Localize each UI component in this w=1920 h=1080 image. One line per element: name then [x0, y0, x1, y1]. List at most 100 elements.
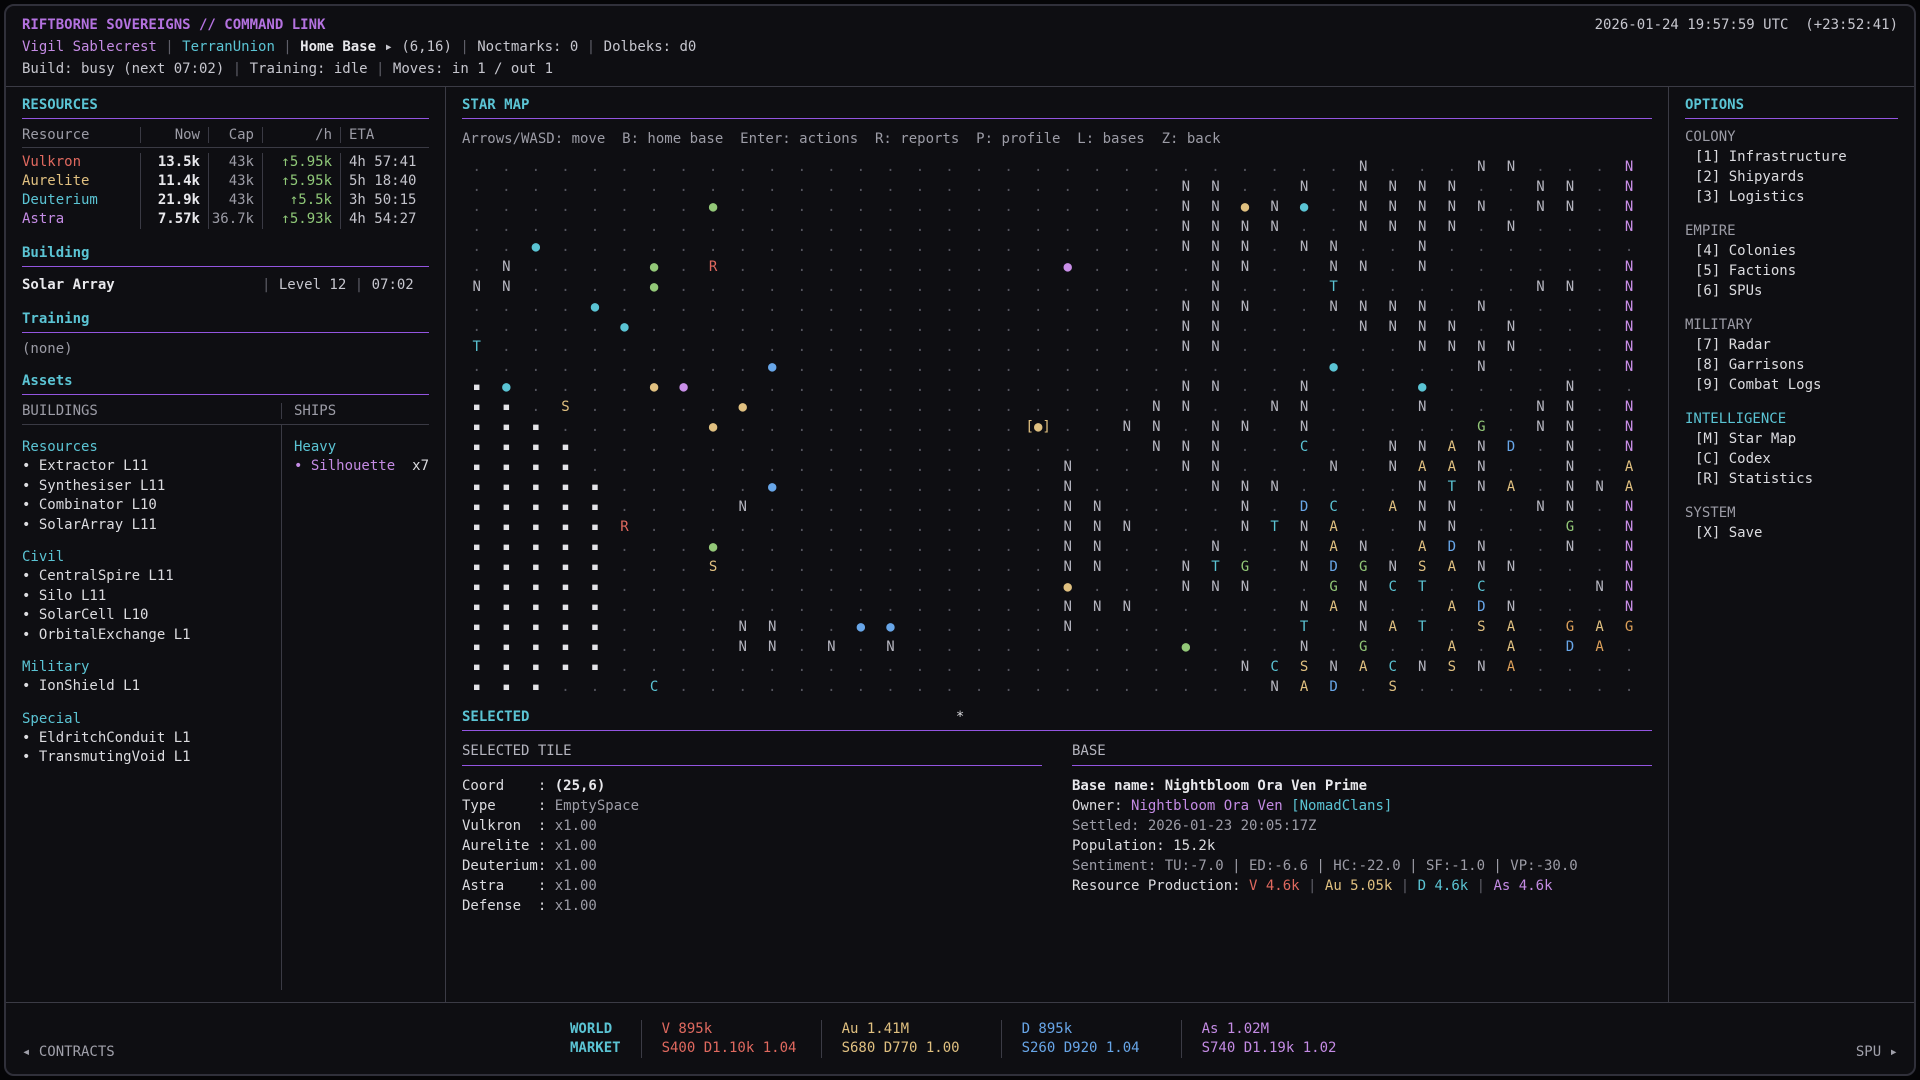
map-cell[interactable]: . — [905, 577, 935, 597]
map-cell[interactable]: ▪ — [521, 557, 551, 577]
map-cell[interactable]: ▪ — [551, 617, 581, 637]
map-cell[interactable]: N — [1437, 177, 1467, 197]
map-cell[interactable]: . — [1526, 317, 1556, 337]
map-cell[interactable]: N — [1201, 457, 1231, 477]
map-cell[interactable]: . — [964, 217, 994, 237]
map-cell[interactable]: . — [1378, 597, 1408, 617]
map-cell[interactable]: . — [1171, 537, 1201, 557]
map-cell[interactable]: . — [1378, 397, 1408, 417]
map-cell[interactable]: . — [1585, 677, 1615, 697]
map-cell[interactable]: . — [1467, 497, 1497, 517]
map-cell[interactable]: ▪ — [551, 597, 581, 617]
map-cell[interactable]: ▪ — [521, 577, 551, 597]
map-cell[interactable]: . — [1023, 217, 1053, 237]
map-cell[interactable]: . — [551, 377, 581, 397]
map-cell[interactable]: . — [580, 417, 610, 437]
map-cell[interactable]: . — [876, 497, 906, 517]
map-cell[interactable]: . — [846, 557, 876, 577]
map-cell[interactable]: . — [1023, 157, 1053, 177]
map-cell[interactable]: N — [1201, 197, 1231, 217]
map-cell[interactable]: . — [521, 177, 551, 197]
map-cell[interactable]: . — [1378, 417, 1408, 437]
map-cell[interactable]: . — [817, 357, 847, 377]
map-cell[interactable]: . — [757, 597, 787, 617]
map-cell[interactable]: N — [1171, 197, 1201, 217]
map-cell[interactable]: G — [1555, 517, 1585, 537]
map-cell[interactable]: . — [1437, 257, 1467, 277]
map-cell[interactable]: . — [669, 497, 699, 517]
map-cell[interactable]: N — [1348, 257, 1378, 277]
map-cell[interactable]: . — [610, 257, 640, 277]
map-cell[interactable]: . — [787, 577, 817, 597]
map-cell[interactable]: . — [1112, 677, 1142, 697]
map-cell[interactable]: G — [1467, 417, 1497, 437]
menu-item[interactable]: [2] Shipyards — [1685, 167, 1898, 187]
map-cell[interactable]: . — [757, 497, 787, 517]
map-cell[interactable]: ▪ — [462, 617, 492, 637]
map-cell[interactable]: . — [639, 397, 669, 417]
map-cell[interactable]: N — [1614, 437, 1644, 457]
map-cell[interactable]: . — [462, 177, 492, 197]
map-cell[interactable]: . — [521, 377, 551, 397]
map-cell[interactable]: . — [1555, 317, 1585, 337]
map-cell[interactable]: . — [787, 497, 817, 517]
map-cell[interactable]: ▪ — [551, 657, 581, 677]
map-cell[interactable]: . — [787, 337, 817, 357]
map-cell[interactable]: . — [846, 417, 876, 437]
map-cell[interactable]: N — [1408, 477, 1438, 497]
map-cell[interactable]: . — [787, 457, 817, 477]
map-cell[interactable]: . — [1348, 497, 1378, 517]
map-cell[interactable]: . — [1082, 677, 1112, 697]
map-cell[interactable]: . — [964, 257, 994, 277]
map-cell[interactable]: . — [994, 377, 1024, 397]
map-cell[interactable]: ▪ — [551, 577, 581, 597]
map-cell[interactable]: . — [1585, 197, 1615, 217]
map-cell[interactable]: . — [1142, 597, 1172, 617]
map-cell[interactable]: . — [817, 377, 847, 397]
map-cell[interactable]: . — [1496, 257, 1526, 277]
map-cell[interactable]: . — [1112, 617, 1142, 637]
map-cell[interactable]: . — [787, 597, 817, 617]
map-cell[interactable]: . — [876, 317, 906, 337]
map-cell[interactable]: . — [994, 297, 1024, 317]
map-cell[interactable]: . — [964, 157, 994, 177]
map-cell[interactable]: . — [935, 217, 965, 237]
map-cell[interactable]: . — [492, 217, 522, 237]
map-cell[interactable]: . — [1082, 257, 1112, 277]
map-cell[interactable]: N — [1319, 657, 1349, 677]
map-cell[interactable]: . — [817, 497, 847, 517]
map-cell[interactable]: . — [1437, 157, 1467, 177]
map-cell[interactable]: . — [1082, 477, 1112, 497]
map-cell[interactable]: . — [1082, 577, 1112, 597]
map-cell[interactable]: . — [935, 157, 965, 177]
map-cell[interactable]: . — [1319, 197, 1349, 217]
map-cell[interactable]: . — [1319, 437, 1349, 457]
map-cell[interactable]: . — [1230, 437, 1260, 457]
map-cell[interactable]: . — [669, 637, 699, 657]
map-cell[interactable]: . — [728, 177, 758, 197]
map-cell[interactable]: . — [1082, 457, 1112, 477]
map-cell[interactable]: . — [580, 157, 610, 177]
map-cell[interactable]: ▪ — [492, 397, 522, 417]
map-cell[interactable]: . — [1230, 637, 1260, 657]
map-cell[interactable]: N — [817, 637, 847, 657]
map-cell[interactable]: . — [639, 517, 669, 537]
map-cell[interactable]: . — [935, 337, 965, 357]
map-cell[interactable]: A — [1496, 657, 1526, 677]
map-cell[interactable]: . — [964, 197, 994, 217]
map-cell[interactable]: . — [1496, 357, 1526, 377]
map-cell[interactable]: . — [1585, 517, 1615, 537]
map-cell[interactable]: . — [610, 417, 640, 437]
map-cell[interactable]: . — [1082, 237, 1112, 257]
map-cell[interactable]: . — [1112, 397, 1142, 417]
map-cell[interactable]: . — [876, 217, 906, 237]
map-cell[interactable]: N — [1171, 377, 1201, 397]
map-cell[interactable]: . — [905, 217, 935, 237]
map-cell[interactable]: ● — [698, 537, 728, 557]
map-cell[interactable]: N — [1230, 297, 1260, 317]
map-cell[interactable]: N — [1496, 557, 1526, 577]
map-cell[interactable]: . — [1053, 317, 1083, 337]
map-cell[interactable]: . — [1348, 397, 1378, 417]
map-cell[interactable]: A — [1614, 477, 1644, 497]
map-cell[interactable]: . — [728, 417, 758, 437]
